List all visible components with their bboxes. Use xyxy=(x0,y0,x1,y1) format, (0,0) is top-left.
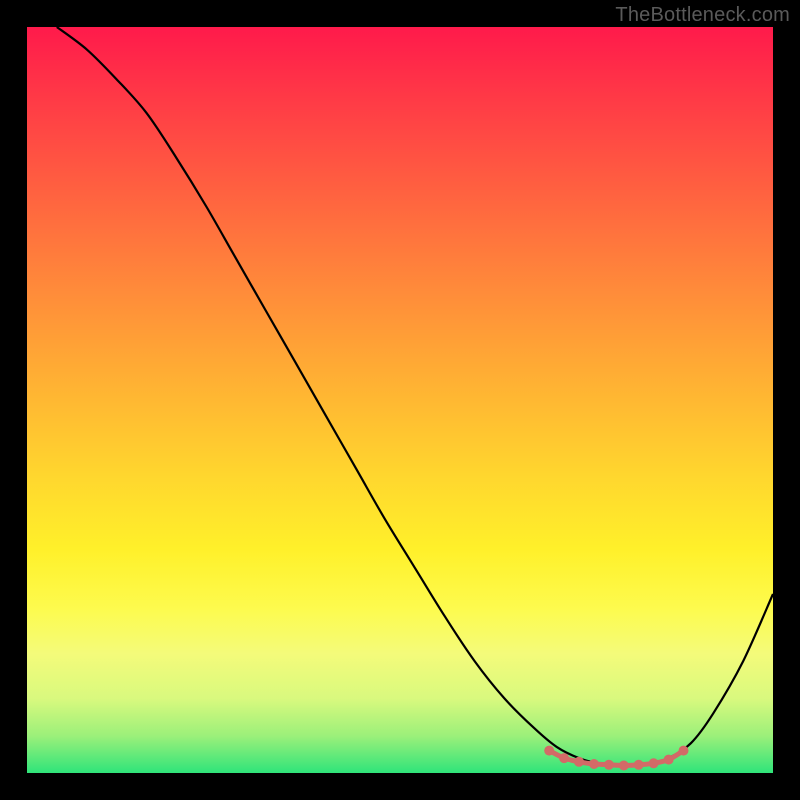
optimum-dot xyxy=(574,757,584,767)
optimum-dot xyxy=(634,760,644,770)
optimum-dot xyxy=(664,755,674,765)
optimum-dot xyxy=(679,746,689,756)
chart-svg xyxy=(0,0,800,800)
optimum-dot xyxy=(604,760,614,770)
optimum-dot xyxy=(649,758,659,768)
bottleneck-curve xyxy=(57,27,773,766)
optimum-dot xyxy=(559,753,569,763)
watermark-text: TheBottleneck.com xyxy=(615,4,790,27)
optimum-dots xyxy=(544,746,688,771)
curve-line xyxy=(57,27,773,766)
optimum-dot xyxy=(544,746,554,756)
chart-frame: TheBottleneck.com xyxy=(0,0,800,800)
optimum-dot xyxy=(589,759,599,769)
optimum-dot xyxy=(619,761,629,771)
